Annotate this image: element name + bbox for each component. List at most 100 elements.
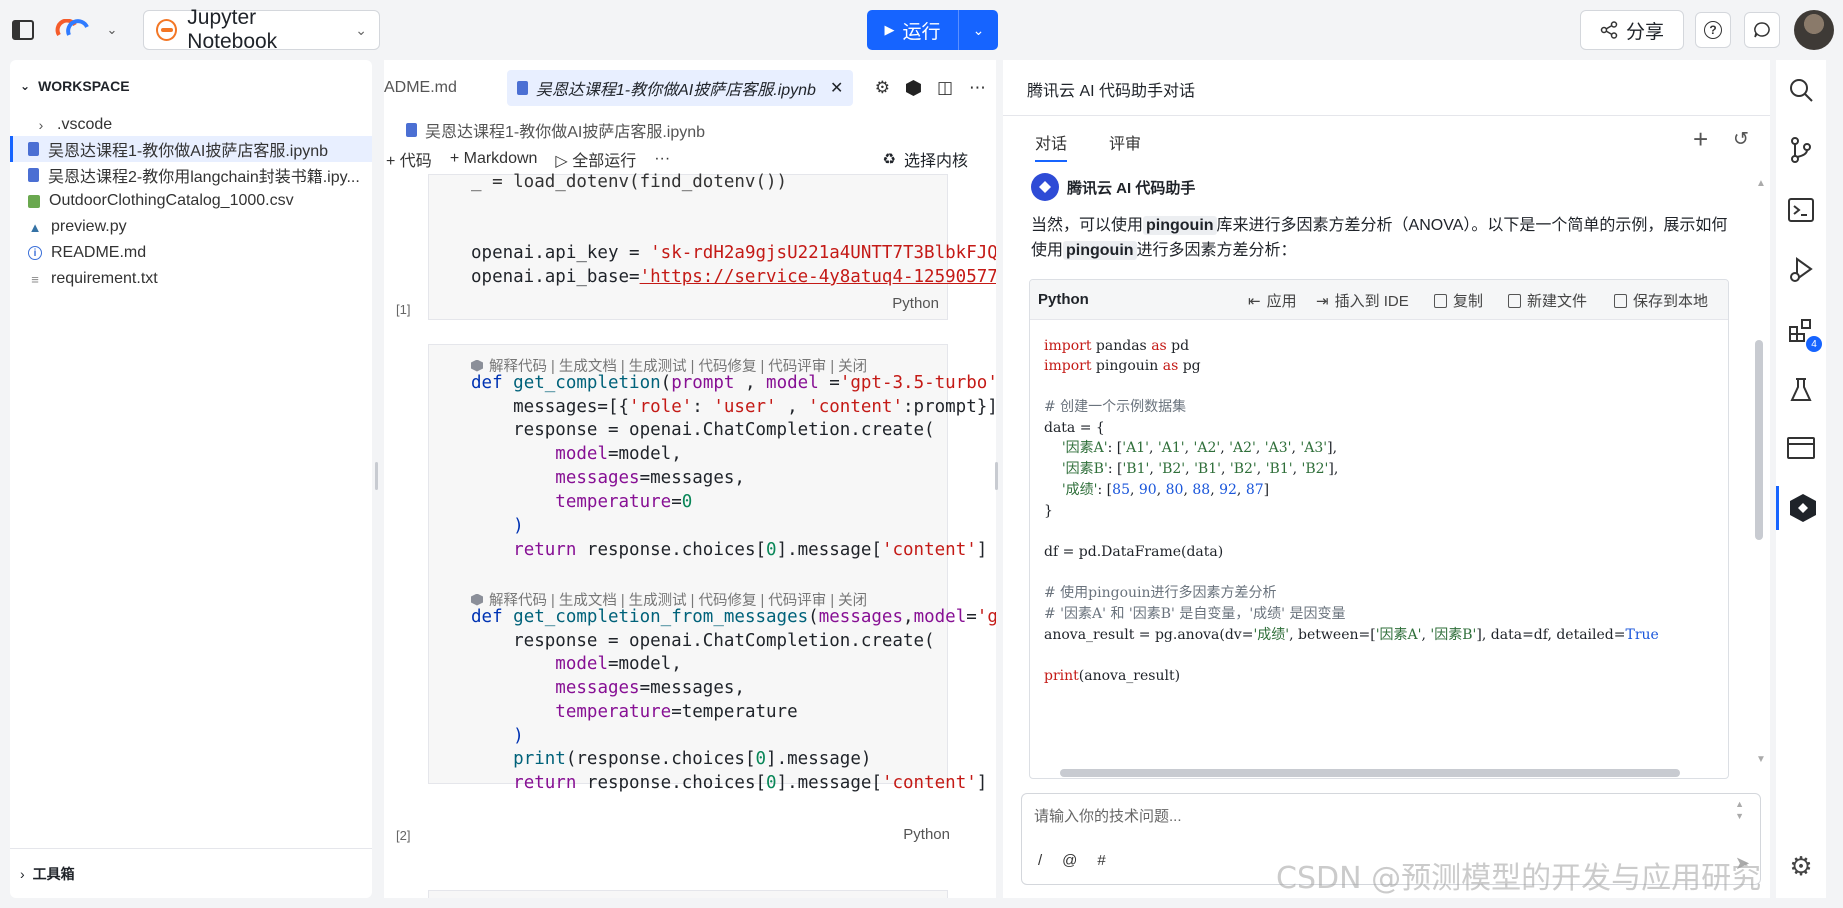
file-item-label: 吴恩达课程2-教你用langchain封装书籍.ipy... xyxy=(48,169,360,186)
tab-chat[interactable]: 对话 xyxy=(1035,130,1068,162)
chevron-down-icon: ⌄ xyxy=(972,21,985,38)
sidebar-toggle-icon[interactable] xyxy=(10,18,36,42)
horizontal-scrollbar[interactable] xyxy=(1060,769,1680,777)
code-line: messages=messages, xyxy=(555,678,745,698)
add-code-button[interactable]: + 代码 xyxy=(386,147,432,171)
execution-count: [2] xyxy=(396,828,411,843)
toolbox-label: 工具箱 xyxy=(32,865,75,882)
run-all-button[interactable]: ▷ 全部运行 xyxy=(555,147,636,171)
close-icon[interactable]: ✕ xyxy=(830,78,843,98)
help-icon: ? xyxy=(1704,21,1722,39)
watermark-text: CSDN @预测模型的开发与应用研究 xyxy=(1276,861,1762,896)
search-icon[interactable] xyxy=(1776,68,1826,112)
more-button[interactable]: ··· xyxy=(654,150,670,168)
file-item-label: README.md xyxy=(51,244,147,261)
reference-button[interactable]: # xyxy=(1097,852,1105,869)
cell-language-label[interactable]: Python xyxy=(892,295,939,312)
more-actions-icon[interactable]: ⋯ xyxy=(969,78,986,98)
sidebar-resize-handle[interactable] xyxy=(375,462,378,490)
code-line: import pandas as pd xyxy=(1044,338,1190,354)
cell-language-label[interactable]: Python xyxy=(903,826,950,843)
slash-command-button[interactable]: / xyxy=(1038,852,1042,869)
code-cell-2[interactable]: 解释代码 | 生成文档 | 生成测试 | 代码修复 | 代码评审 | 关闭 de… xyxy=(428,344,996,793)
code-line: def get_completion_from_messages(message… xyxy=(471,607,996,627)
share-button[interactable]: 分享 xyxy=(1580,10,1684,50)
play-outline-icon: ▷ xyxy=(555,153,568,170)
ai-hex-icon xyxy=(471,359,483,372)
editor-resize-handle[interactable] xyxy=(995,462,998,490)
save-icon xyxy=(1614,293,1627,308)
logo-chevron-down-icon[interactable]: ⌄ xyxy=(102,20,122,40)
scroll-down-arrow-icon[interactable]: ▼ xyxy=(1756,754,1766,765)
code-block: Python ⇤ 应用 ⇥ 插入到 IDE 复制 新建文件 保存到本地 import… xyxy=(1029,279,1729,779)
code-line: return response.choices[0].message['cont… xyxy=(513,773,988,793)
file-item-notebook-2[interactable]: 吴恩达课程2-教你用langchain封装书籍.ipy... xyxy=(10,162,372,188)
mention-button[interactable]: @ xyxy=(1062,852,1077,869)
run-dropdown-button[interactable]: ⌄ xyxy=(958,10,998,50)
code-cell-3[interactable] xyxy=(428,890,948,898)
terminal-icon[interactable] xyxy=(1776,188,1826,232)
code-block-header: Python ⇤ 应用 ⇥ 插入到 IDE 复制 新建文件 保存到本地 xyxy=(1030,280,1728,320)
code-cell-1[interactable]: _ = load_dotenv(find_dotenv()) openai.ap… xyxy=(428,172,996,320)
file-item-requirement[interactable]: ≡ requirement.txt xyxy=(10,266,372,292)
file-item-vscode[interactable]: › .vscode xyxy=(10,112,372,138)
split-editor-icon[interactable]: ◫ xyxy=(937,78,953,98)
play-icon: ▶ xyxy=(884,22,895,37)
text-file-icon: ≡ xyxy=(31,271,39,287)
notebook-file-icon xyxy=(516,81,528,95)
code-line: _ = load_dotenv(find_dotenv()) xyxy=(471,172,788,192)
workspace-title: WORKSPACE xyxy=(38,78,130,94)
cloudstudio-logo-icon[interactable] xyxy=(54,18,94,42)
ai-assistant-icon[interactable] xyxy=(1776,486,1826,530)
code-line: # 创建一个示例数据集 xyxy=(1044,399,1187,415)
save-local-button[interactable]: 保存到本地 xyxy=(1614,290,1708,311)
file-item-preview-py[interactable]: ▲ preview.py xyxy=(10,214,372,240)
file-item-notebook-1[interactable]: 吴恩达课程1-教你做AI披萨店客服.ipynb xyxy=(10,136,372,162)
tab-review[interactable]: 评审 xyxy=(1109,130,1141,154)
vertical-scrollbar[interactable] xyxy=(1755,340,1763,540)
code-line: response = openai.ChatCompletion.create( xyxy=(471,420,935,440)
apply-button[interactable]: ⇤ 应用 xyxy=(1248,290,1297,311)
history-icon[interactable]: ↺ xyxy=(1733,128,1749,151)
code-line: '因素B': ['B1', 'B2', 'B1', 'B2', 'B1', 'B… xyxy=(1061,461,1339,477)
code-line: ) xyxy=(513,726,524,746)
chevron-right-icon: › xyxy=(38,117,44,133)
source-control-icon[interactable] xyxy=(1776,128,1826,172)
toolbox-section[interactable]: › 工具箱 xyxy=(10,848,372,898)
tab-notebook-1[interactable]: 吴恩达课程1-教你做AI披萨店客服.ipynb ✕ xyxy=(506,70,854,106)
testing-flask-icon[interactable] xyxy=(1776,368,1826,412)
bot-header: 腾讯云 AI 代码助手 xyxy=(1031,173,1195,201)
breadcrumb[interactable]: 吴恩达课程1-教你做AI披萨店客服.ipynb xyxy=(406,118,705,142)
user-avatar[interactable] xyxy=(1794,10,1834,50)
copy-button[interactable]: 复制 xyxy=(1434,290,1483,311)
add-markdown-button[interactable]: + Markdown xyxy=(450,150,538,168)
code-line: temperature=temperature xyxy=(555,702,798,722)
gear-icon[interactable]: ⚙ xyxy=(875,78,890,98)
ai-hex-icon[interactable] xyxy=(905,80,921,96)
code-line: def get_completion(prompt , model ='gpt-… xyxy=(471,373,996,393)
new-file-button[interactable]: 新建文件 xyxy=(1508,290,1587,311)
run-debug-icon[interactable] xyxy=(1776,248,1826,292)
code-line: # '因素A' 和 '因素B' 是自变量，'成绩' 是因变量 xyxy=(1044,606,1346,622)
feedback-button[interactable] xyxy=(1744,12,1780,48)
file-item-csv[interactable]: OutdoorClothingCatalog_1000.csv xyxy=(10,188,372,214)
chat-input[interactable] xyxy=(1034,804,1714,828)
settings-gear-icon[interactable]: ⚙ xyxy=(1776,844,1826,888)
chevron-down-icon: ⌄ xyxy=(20,79,31,93)
insert-ide-button[interactable]: ⇥ 插入到 IDE xyxy=(1316,290,1409,311)
select-kernel-button[interactable]: ♻ 选择内核 xyxy=(883,144,968,174)
run-button[interactable]: ▶ 运行 xyxy=(867,10,958,50)
browser-panel-icon[interactable] xyxy=(1776,426,1826,470)
help-button[interactable]: ? xyxy=(1695,12,1731,48)
chat-bubble-icon xyxy=(1754,22,1770,38)
scroll-up-arrow-icon[interactable]: ▲ xyxy=(1756,178,1766,189)
code-line: temperature=0 xyxy=(555,492,693,512)
app-selector[interactable]: Jupyter Notebook ⌄ xyxy=(143,6,380,53)
workspace-header[interactable]: ⌄ WORKSPACE xyxy=(20,78,130,94)
file-explorer: ⌄ WORKSPACE › .vscode 吴恩达课程1-教你做AI披萨店客服.… xyxy=(10,60,372,898)
bot-logo-icon xyxy=(1031,173,1059,201)
file-item-readme[interactable]: i README.md xyxy=(10,240,372,266)
extensions-icon[interactable]: 4 xyxy=(1776,308,1826,352)
tab-readme[interactable]: ADME.md xyxy=(384,70,467,106)
new-chat-icon[interactable]: + xyxy=(1693,124,1708,155)
